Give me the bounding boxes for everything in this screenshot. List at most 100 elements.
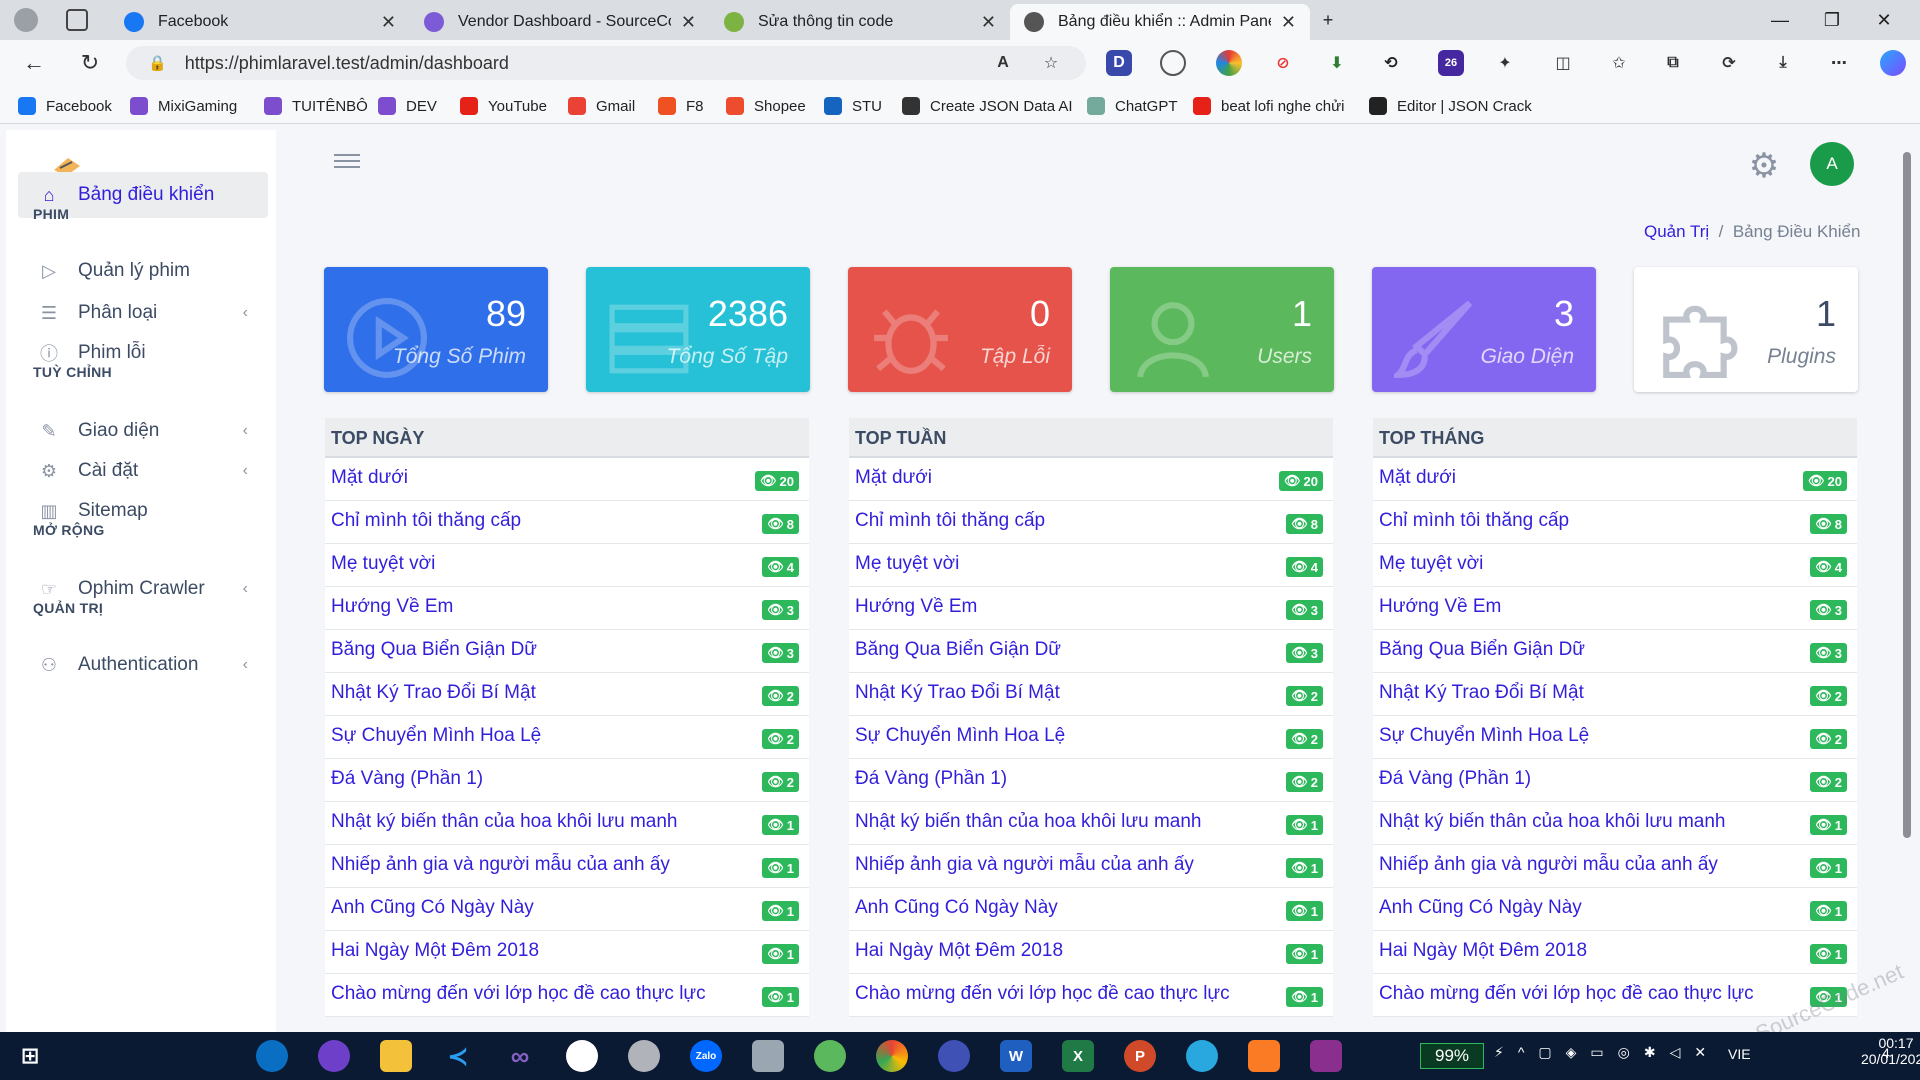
- bookmark-item[interactable]: Shopee: [726, 95, 806, 117]
- movie-link[interactable]: Anh Cũng Có Ngày Này: [1379, 897, 1582, 919]
- movie-link[interactable]: Nhật Ký Trao Đổi Bí Mật: [1379, 682, 1584, 704]
- sidebar-item[interactable]: ▷ Quản lý phim: [18, 248, 268, 294]
- movie-link[interactable]: Nhật ký biến thân của hoa khôi lưu manh: [1379, 811, 1726, 833]
- movie-link[interactable]: Nhật ký biến thân của hoa khôi lưu manh: [855, 811, 1202, 833]
- taskbar-excel-icon[interactable]: X: [1062, 1040, 1094, 1072]
- movie-link[interactable]: Sự Chuyển Mình Hoa Lệ: [855, 725, 1065, 747]
- movie-link[interactable]: Mẹ tuyệt vời: [1379, 553, 1483, 575]
- stat-card[interactable]: 2386 Tổng Số Tập: [586, 267, 810, 392]
- copilot-icon[interactable]: [1880, 50, 1906, 76]
- movie-link[interactable]: Chào mừng đến với lớp học đề cao thực lự…: [855, 983, 1230, 1005]
- movie-link[interactable]: Hướng Về Em: [331, 596, 453, 618]
- stat-card[interactable]: 89 Tổng Số Phim: [324, 267, 548, 392]
- refresh-button[interactable]: ↻: [74, 48, 106, 78]
- taskbar-explorer-icon[interactable]: [380, 1040, 412, 1072]
- bookmark-item[interactable]: MixiGaming: [130, 95, 237, 117]
- stat-card[interactable]: 1 Users: [1110, 267, 1334, 392]
- extension-download-icon[interactable]: ⬇: [1324, 50, 1350, 76]
- sidebar-toggle-icon[interactable]: [334, 150, 364, 174]
- extension-circle-icon[interactable]: [1160, 50, 1186, 76]
- tab-close-icon[interactable]: ✕: [381, 12, 396, 33]
- movie-link[interactable]: Băng Qua Biển Giận Dữ: [855, 639, 1061, 661]
- movie-link[interactable]: Hướng Về Em: [855, 596, 977, 618]
- avatar[interactable]: A: [1810, 142, 1854, 186]
- movie-link[interactable]: Nhiếp ảnh gia và người mẫu của anh ấy: [1379, 854, 1718, 876]
- profile-icon[interactable]: [14, 8, 38, 32]
- tab-close-icon[interactable]: ✕: [1281, 12, 1296, 33]
- taskbar-app-icon[interactable]: [566, 1040, 598, 1072]
- movie-link[interactable]: Chào mừng đến với lớp học đề cao thực lự…: [1379, 983, 1754, 1005]
- movie-link[interactable]: Anh Cũng Có Ngày Này: [855, 897, 1058, 919]
- favorites-icon[interactable]: ✩: [1606, 50, 1632, 76]
- movie-link[interactable]: Nhật ký biến thân của hoa khôi lưu manh: [331, 811, 678, 833]
- movie-link[interactable]: Mẹ tuyệt vời: [855, 553, 959, 575]
- tab-close-icon[interactable]: ✕: [981, 12, 996, 33]
- stat-card[interactable]: 3 Giao Diện: [1372, 267, 1596, 392]
- movie-link[interactable]: Mặt dưới: [1379, 467, 1456, 489]
- taskbar-app3-icon[interactable]: [1186, 1040, 1218, 1072]
- taskbar-visualstudio-icon[interactable]: ∞: [504, 1040, 536, 1072]
- tab-2[interactable]: Vendor Dashboard - SourceCode ✕: [410, 4, 710, 40]
- split-screen-icon[interactable]: ◫: [1550, 50, 1576, 76]
- bookmark-item[interactable]: YouTube: [460, 95, 547, 117]
- history-icon[interactable]: ⟳: [1716, 50, 1742, 76]
- bookmark-item[interactable]: beat lofi nghe chửi: [1193, 95, 1344, 117]
- minimize-button[interactable]: —: [1760, 6, 1800, 34]
- battery-indicator[interactable]: 99%: [1420, 1043, 1484, 1069]
- bookmark-item[interactable]: Editor | JSON Crack: [1369, 95, 1532, 117]
- movie-link[interactable]: Sự Chuyển Mình Hoa Lệ: [1379, 725, 1589, 747]
- movie-link[interactable]: Anh Cũng Có Ngày Này: [331, 897, 534, 919]
- bookmark-item[interactable]: Gmail: [568, 95, 635, 117]
- read-aloud-icon[interactable]: A: [990, 50, 1016, 76]
- taskbar-word-icon[interactable]: W: [1000, 1040, 1032, 1072]
- tab-1[interactable]: Facebook ✕: [110, 4, 410, 40]
- tab-3[interactable]: Sửa thông tin code ✕: [710, 4, 1010, 40]
- taskbar-zalo-icon[interactable]: Zalo: [690, 1040, 722, 1072]
- movie-link[interactable]: Chỉ mình tôi thăng cấp: [855, 510, 1045, 532]
- movie-link[interactable]: Hai Ngày Một Đêm 2018: [1379, 940, 1587, 962]
- downloads-icon[interactable]: ⤓: [1770, 50, 1796, 76]
- movie-link[interactable]: Nhật Ký Trao Đổi Bí Mật: [855, 682, 1060, 704]
- breadcrumb-root-link[interactable]: Quản Trị: [1644, 222, 1709, 241]
- favorite-star-icon[interactable]: ☆: [1038, 50, 1064, 76]
- stat-card[interactable]: 1 Plugins: [1634, 267, 1858, 392]
- movie-link[interactable]: Chỉ mình tôi thăng cấp: [1379, 510, 1569, 532]
- taskbar-vscode-icon[interactable]: ≺: [442, 1040, 474, 1072]
- movie-link[interactable]: Đá Vàng (Phần 1): [1379, 768, 1531, 790]
- maximize-button[interactable]: ❐: [1812, 6, 1852, 34]
- taskbar-app2-icon[interactable]: [938, 1040, 970, 1072]
- movie-link[interactable]: Nhiếp ảnh gia và người mẫu của anh ấy: [855, 854, 1194, 876]
- movie-link[interactable]: Đá Vàng (Phần 1): [855, 768, 1007, 790]
- taskbar-powerpoint-icon[interactable]: P: [1124, 1040, 1156, 1072]
- movie-link[interactable]: Mặt dưới: [855, 467, 932, 489]
- extension-sync-icon[interactable]: ⟲: [1378, 50, 1404, 76]
- notification-badge[interactable]: 4: [1882, 1045, 1898, 1061]
- extension-hat-icon[interactable]: 26: [1438, 50, 1464, 76]
- extensions-icon[interactable]: ✦: [1492, 50, 1518, 76]
- movie-link[interactable]: Sự Chuyển Mình Hoa Lệ: [331, 725, 541, 747]
- movie-link[interactable]: Hai Ngày Một Đêm 2018: [331, 940, 539, 962]
- extension-block-icon[interactable]: ⊘: [1270, 50, 1296, 76]
- taskbar-winrar-icon[interactable]: [1310, 1040, 1342, 1072]
- bookmark-item[interactable]: Create JSON Data AI: [902, 95, 1073, 117]
- tray-icons[interactable]: ⚡^▢◈▭◎✱◁✕: [1494, 1044, 1720, 1061]
- settings-cluster-icon[interactable]: ⚙: [1744, 146, 1784, 186]
- collections-icon[interactable]: ⧉: [1660, 50, 1686, 76]
- taskbar-coccoc-icon[interactable]: [814, 1040, 846, 1072]
- close-window-button[interactable]: ✕: [1864, 6, 1904, 34]
- bookmark-item[interactable]: TUITÊNBÔ: [264, 95, 368, 117]
- movie-link[interactable]: Chỉ mình tôi thăng cấp: [331, 510, 521, 532]
- extension-d-icon[interactable]: D: [1106, 50, 1132, 76]
- bookmark-item[interactable]: Facebook: [18, 95, 112, 117]
- taskbar-disc-icon[interactable]: [628, 1040, 660, 1072]
- movie-link[interactable]: Hai Ngày Một Đêm 2018: [855, 940, 1063, 962]
- taskbar-tool-icon[interactable]: [752, 1040, 784, 1072]
- more-menu-icon[interactable]: ⋯: [1826, 50, 1852, 76]
- start-button[interactable]: ⊞: [14, 1040, 46, 1072]
- sidebar-item[interactable]: ⚇ Authentication ‹: [18, 642, 268, 688]
- movie-link[interactable]: Đá Vàng (Phần 1): [331, 768, 483, 790]
- movie-link[interactable]: Nhật Ký Trao Đổi Bí Mật: [331, 682, 536, 704]
- taskbar-github-icon[interactable]: [318, 1040, 350, 1072]
- extension-color-icon[interactable]: [1216, 50, 1242, 76]
- movie-link[interactable]: Băng Qua Biển Giận Dữ: [331, 639, 537, 661]
